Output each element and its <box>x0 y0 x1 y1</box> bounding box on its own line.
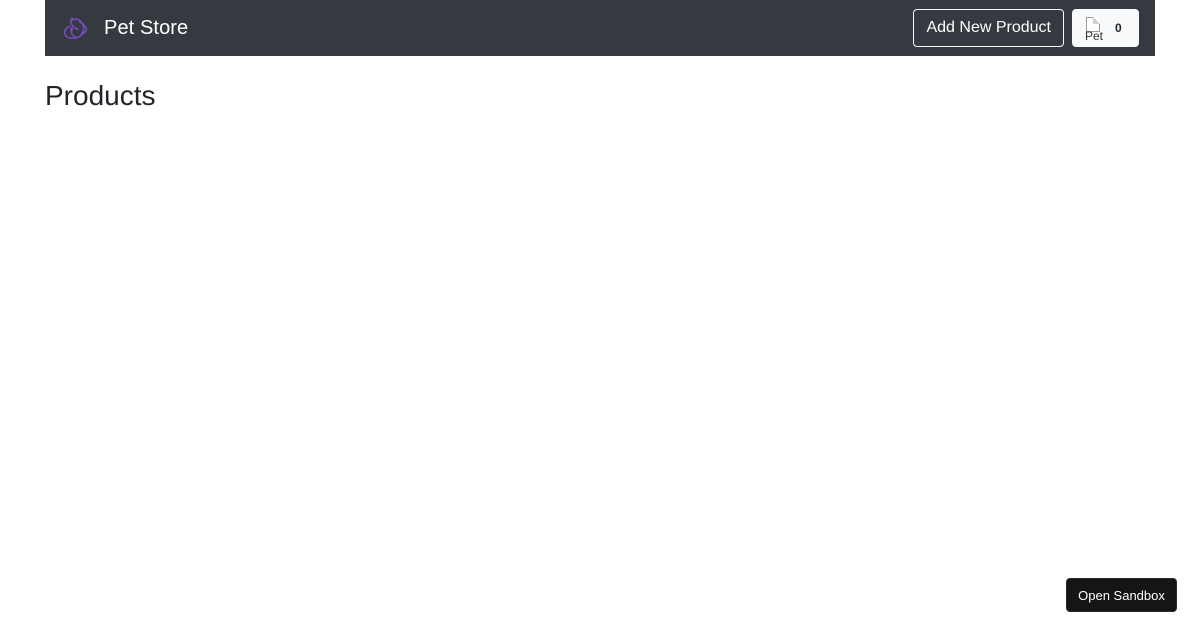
page-container: Pet Store Add New Product Pet 0 Products <box>45 0 1155 111</box>
cart-image-broken-icon: Pet <box>1085 16 1109 40</box>
brand-link[interactable]: Pet Store <box>60 12 188 44</box>
page-title: Products <box>45 80 156 111</box>
broken-image-fold <box>1093 17 1100 24</box>
cart-count-badge: 0 <box>1115 21 1122 35</box>
navbar-actions: Add New Product Pet 0 <box>913 9 1139 47</box>
cart-button[interactable]: Pet 0 <box>1072 9 1139 47</box>
redux-logo-icon <box>60 12 92 44</box>
add-new-product-button[interactable]: Add New Product <box>913 9 1064 47</box>
open-sandbox-button[interactable]: Open Sandbox <box>1066 578 1177 612</box>
cart-image-alt-text: Pet <box>1085 29 1104 40</box>
brand-title: Pet Store <box>104 16 189 39</box>
navbar: Pet Store Add New Product Pet 0 <box>45 0 1155 56</box>
